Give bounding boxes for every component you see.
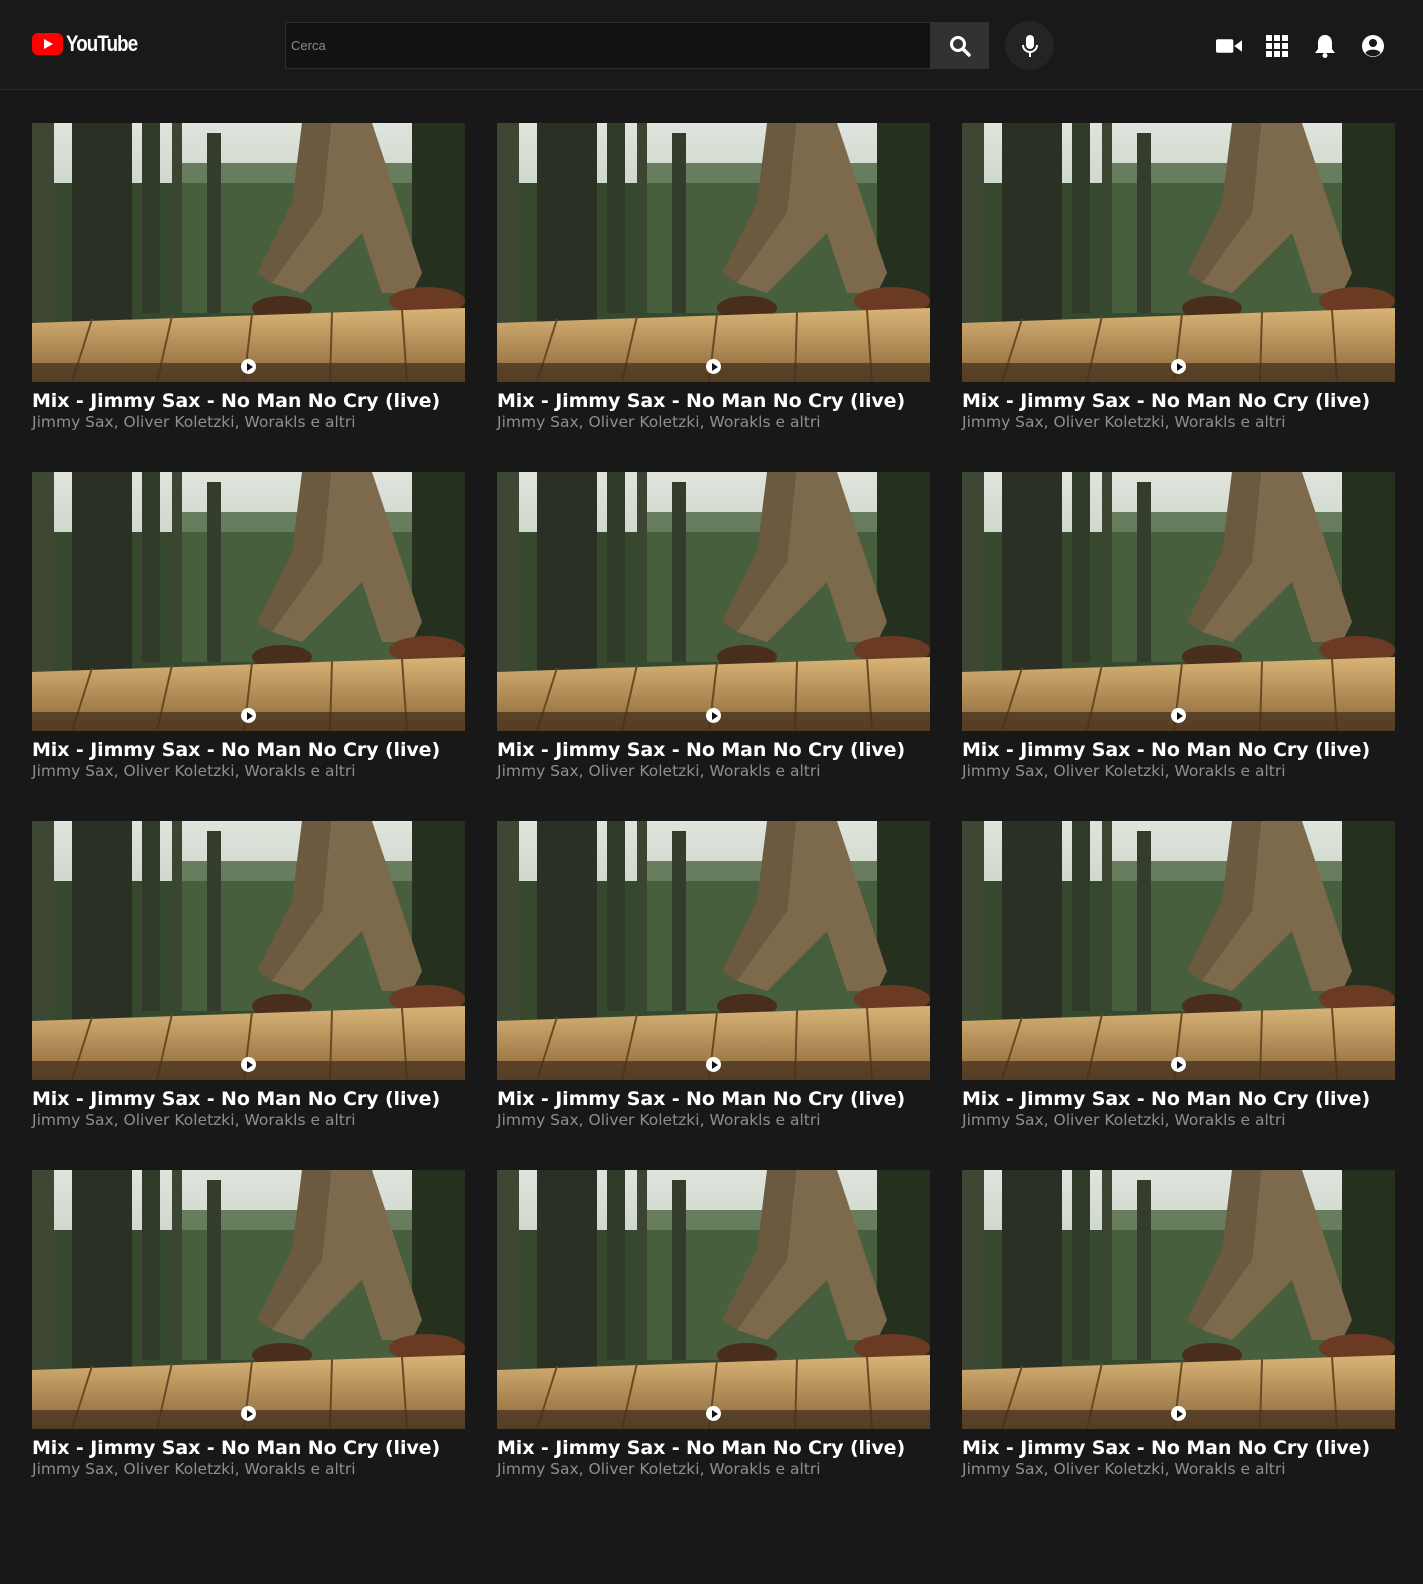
youtube-play-logo-icon <box>32 33 63 55</box>
video-thumbnail[interactable] <box>962 821 1395 1080</box>
play-icon[interactable] <box>241 1057 256 1072</box>
video-channels: Jimmy Sax, Oliver Koletzki, Worakls e al… <box>32 762 356 780</box>
video-channels: Jimmy Sax, Oliver Koletzki, Worakls e al… <box>962 1460 1286 1478</box>
video-thumbnail[interactable] <box>497 472 930 731</box>
account-icon <box>1362 35 1384 57</box>
video-card[interactable]: Mix - Jimmy Sax - No Man No Cry (live) Ji… <box>962 821 1395 1170</box>
video-channels: Jimmy Sax, Oliver Koletzki, Worakls e al… <box>497 1111 821 1129</box>
video-title[interactable]: Mix - Jimmy Sax - No Man No Cry (live) <box>962 738 1395 762</box>
video-thumbnail[interactable] <box>497 1170 930 1429</box>
create-video-button[interactable] <box>1216 33 1242 59</box>
video-card[interactable]: Mix - Jimmy Sax - No Man No Cry (live) Ji… <box>497 821 930 1170</box>
video-thumbnail[interactable] <box>497 123 930 382</box>
play-icon[interactable] <box>706 1406 721 1421</box>
play-icon[interactable] <box>1171 1057 1186 1072</box>
video-channels: Jimmy Sax, Oliver Koletzki, Worakls e al… <box>32 1111 356 1129</box>
video-channels: Jimmy Sax, Oliver Koletzki, Worakls e al… <box>497 762 821 780</box>
video-thumbnail[interactable] <box>962 123 1395 382</box>
video-title[interactable]: Mix - Jimmy Sax - No Man No Cry (live) <box>497 1087 930 1111</box>
video-channels: Jimmy Sax, Oliver Koletzki, Worakls e al… <box>962 1111 1286 1129</box>
search-button[interactable] <box>930 22 989 69</box>
play-icon[interactable] <box>1171 708 1186 723</box>
play-icon[interactable] <box>241 359 256 374</box>
video-card[interactable]: Mix - Jimmy Sax - No Man No Cry (live) Ji… <box>32 123 465 472</box>
video-card[interactable]: Mix - Jimmy Sax - No Man No Cry (live) Ji… <box>962 1170 1395 1519</box>
video-card[interactable]: Mix - Jimmy Sax - No Man No Cry (live) Ji… <box>32 821 465 1170</box>
play-icon[interactable] <box>706 359 721 374</box>
video-title[interactable]: Mix - Jimmy Sax - No Man No Cry (live) <box>32 738 465 762</box>
voice-search-button[interactable] <box>1005 21 1054 70</box>
video-thumbnail[interactable] <box>962 472 1395 731</box>
video-camera-icon <box>1216 39 1242 53</box>
video-channels: Jimmy Sax, Oliver Koletzki, Worakls e al… <box>497 413 821 431</box>
video-title[interactable]: Mix - Jimmy Sax - No Man No Cry (live) <box>962 389 1395 413</box>
video-title[interactable]: Mix - Jimmy Sax - No Man No Cry (live) <box>32 1087 465 1111</box>
play-icon[interactable] <box>241 1406 256 1421</box>
video-title[interactable]: Mix - Jimmy Sax - No Man No Cry (live) <box>962 1087 1395 1111</box>
top-bar: YouTube <box>0 0 1423 90</box>
play-icon[interactable] <box>1171 359 1186 374</box>
video-thumbnail[interactable] <box>32 123 465 382</box>
video-title[interactable]: Mix - Jimmy Sax - No Man No Cry (live) <box>32 389 465 413</box>
account-button[interactable] <box>1360 33 1386 59</box>
video-channels: Jimmy Sax, Oliver Koletzki, Worakls e al… <box>32 413 356 431</box>
video-channels: Jimmy Sax, Oliver Koletzki, Worakls e al… <box>962 413 1286 431</box>
play-icon[interactable] <box>1171 1406 1186 1421</box>
video-title[interactable]: Mix - Jimmy Sax - No Man No Cry (live) <box>497 1436 930 1460</box>
logo-text: YouTube <box>66 31 138 56</box>
youtube-logo[interactable]: YouTube <box>32 31 150 57</box>
video-title[interactable]: Mix - Jimmy Sax - No Man No Cry (live) <box>497 389 930 413</box>
search-icon <box>949 35 971 57</box>
header-actions <box>1216 33 1408 59</box>
video-card[interactable]: Mix - Jimmy Sax - No Man No Cry (live) Ji… <box>497 1170 930 1519</box>
apps-button[interactable] <box>1264 33 1290 59</box>
search-bar <box>285 22 989 69</box>
video-card[interactable]: Mix - Jimmy Sax - No Man No Cry (live) Ji… <box>962 123 1395 472</box>
notifications-button[interactable] <box>1312 33 1338 59</box>
video-card[interactable]: Mix - Jimmy Sax - No Man No Cry (live) Ji… <box>32 1170 465 1519</box>
video-channels: Jimmy Sax, Oliver Koletzki, Worakls e al… <box>32 1460 356 1478</box>
video-thumbnail[interactable] <box>962 1170 1395 1429</box>
video-card[interactable]: Mix - Jimmy Sax - No Man No Cry (live) Ji… <box>32 472 465 821</box>
apps-grid-icon <box>1266 35 1288 57</box>
video-title[interactable]: Mix - Jimmy Sax - No Man No Cry (live) <box>497 738 930 762</box>
video-grid: Mix - Jimmy Sax - No Man No Cry (live) Ji… <box>32 123 1395 1519</box>
search-input[interactable] <box>285 22 930 69</box>
play-icon[interactable] <box>706 1057 721 1072</box>
video-card[interactable]: Mix - Jimmy Sax - No Man No Cry (live) Ji… <box>497 123 930 472</box>
video-channels: Jimmy Sax, Oliver Koletzki, Worakls e al… <box>497 1460 821 1478</box>
video-thumbnail[interactable] <box>497 821 930 1080</box>
video-card[interactable]: Mix - Jimmy Sax - No Man No Cry (live) Ji… <box>962 472 1395 821</box>
play-icon[interactable] <box>241 708 256 723</box>
video-title[interactable]: Mix - Jimmy Sax - No Man No Cry (live) <box>962 1436 1395 1460</box>
video-title[interactable]: Mix - Jimmy Sax - No Man No Cry (live) <box>32 1436 465 1460</box>
video-card[interactable]: Mix - Jimmy Sax - No Man No Cry (live) Ji… <box>497 472 930 821</box>
play-icon[interactable] <box>706 708 721 723</box>
video-thumbnail[interactable] <box>32 1170 465 1429</box>
mic-icon <box>1021 34 1038 57</box>
bell-icon <box>1315 35 1335 58</box>
video-thumbnail[interactable] <box>32 821 465 1080</box>
video-channels: Jimmy Sax, Oliver Koletzki, Worakls e al… <box>962 762 1286 780</box>
video-thumbnail[interactable] <box>32 472 465 731</box>
